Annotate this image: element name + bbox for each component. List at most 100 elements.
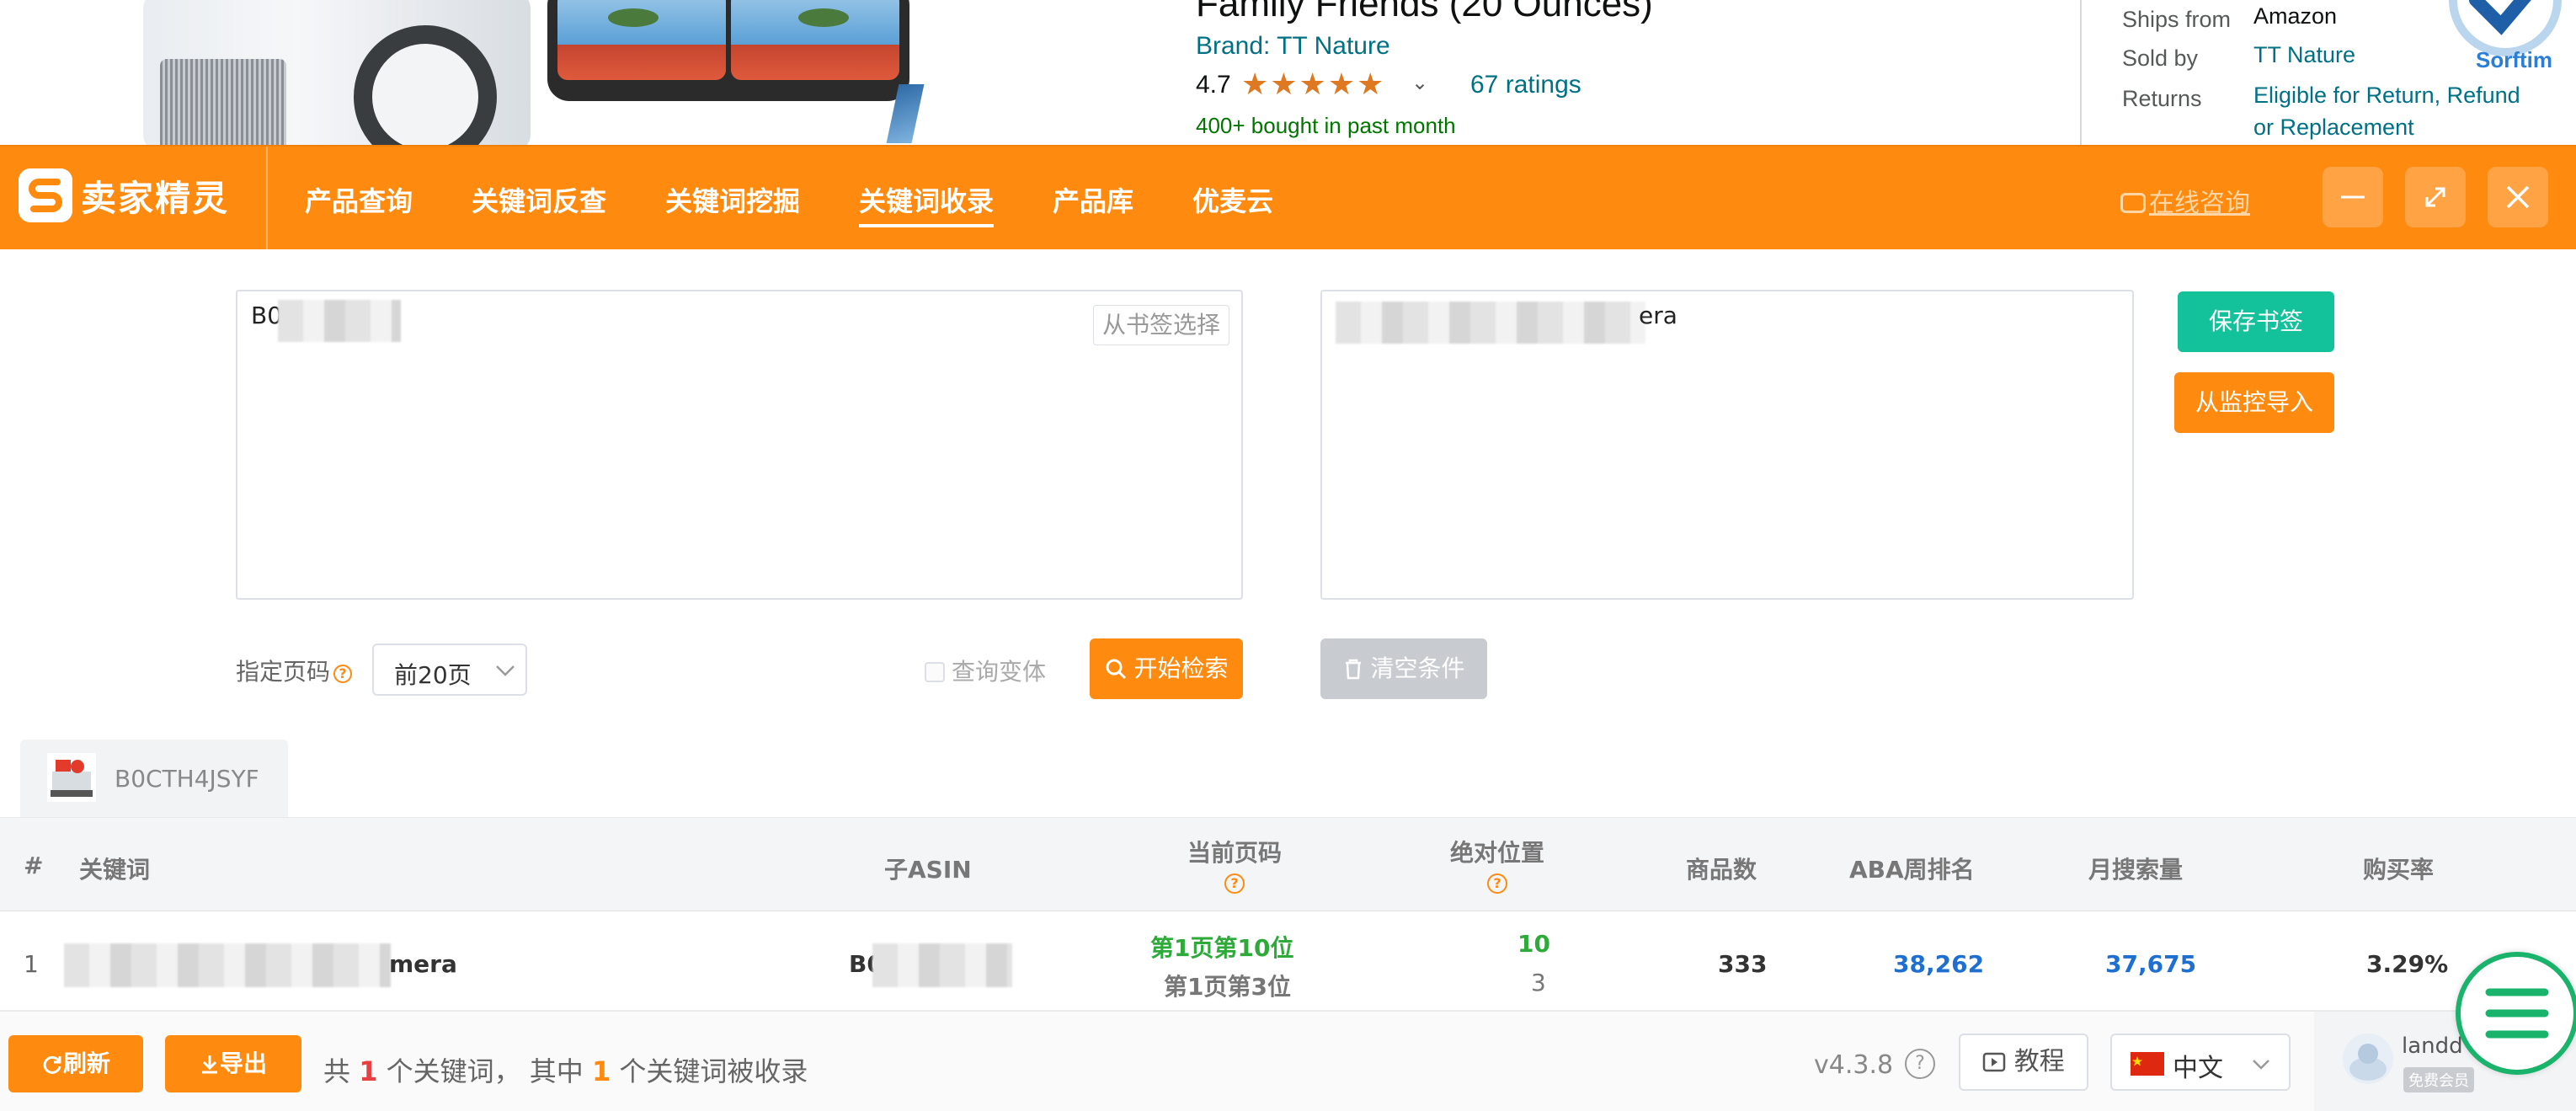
logo-icon bbox=[19, 168, 72, 222]
col-aba-rank[interactable]: ABA周排名 bbox=[1849, 852, 1975, 885]
chevron-down-icon bbox=[2253, 1060, 2269, 1070]
checkbox[interactable] bbox=[925, 662, 945, 682]
save-bookmark-button[interactable]: 保存书签 bbox=[2178, 291, 2334, 352]
sold-by-label: Sold by bbox=[2122, 45, 2199, 71]
footer-bar: 刷新 导出 共 1 个关键词， 其中 1 个关键词被收录 v4.3.8 ? 教程… bbox=[0, 1011, 2576, 1111]
header-divider bbox=[266, 147, 268, 251]
sold-by-link[interactable]: TT Nature bbox=[2253, 39, 2355, 71]
help-icon[interactable]: ? bbox=[333, 665, 353, 683]
bookmark-select[interactable]: 从书签选择 bbox=[1092, 305, 1229, 345]
col-index: # bbox=[24, 852, 44, 879]
total-keyword-count: 1 bbox=[359, 1055, 378, 1087]
table-row: 1 mera B0 第1页第10位 第1页第3位 10 3 333 38,262… bbox=[0, 911, 2576, 1011]
asin-tab[interactable]: B0CTH4JSYF bbox=[20, 740, 288, 817]
close-button[interactable] bbox=[2488, 167, 2548, 227]
col-keyword[interactable]: 关键词 bbox=[79, 852, 150, 885]
play-icon bbox=[1982, 1052, 2006, 1072]
maximize-button[interactable] bbox=[2405, 167, 2466, 227]
redacted-asin bbox=[872, 943, 1012, 987]
nav-youmaiyun[interactable]: 优麦云 bbox=[1192, 180, 1273, 219]
minimize-button[interactable] bbox=[2323, 167, 2383, 227]
page-range-select[interactable]: 前20页 bbox=[372, 644, 527, 696]
expand-icon bbox=[2425, 187, 2445, 207]
tutorial-label: 教程 bbox=[2013, 1047, 2065, 1076]
redacted-asin bbox=[278, 300, 401, 342]
table-header: # 关键词 子ASIN 当前页码 ? 绝对位置 ? 商品数 ABA周排名 月搜索… bbox=[0, 817, 2576, 911]
chat-icon bbox=[2120, 193, 2146, 213]
clear-conditions-label: 清空条件 bbox=[1370, 654, 1465, 682]
keyword-textarea[interactable]: era bbox=[1320, 290, 2134, 600]
start-search-button[interactable]: 开始检索 bbox=[1090, 638, 1243, 699]
asin-textarea[interactable]: B0 从书签选择 bbox=[236, 290, 1243, 600]
sorftime-label: Sorftim bbox=[2476, 47, 2552, 72]
tutorial-button[interactable]: 教程 bbox=[1959, 1034, 2088, 1091]
ratings-count-link[interactable]: 67 ratings bbox=[1470, 71, 1581, 99]
indexed-keyword-count: 1 bbox=[591, 1055, 611, 1087]
clear-conditions-button[interactable]: 清空条件 bbox=[1320, 638, 1487, 699]
product-title: Family Friends (20 Ounces) bbox=[1196, 0, 1653, 24]
result-summary: 共 1 个关键词， 其中 1 个关键词被收录 bbox=[323, 1055, 808, 1087]
redacted-keyword bbox=[64, 943, 391, 987]
row-current-page-2: 第1页第3位 bbox=[1164, 973, 1291, 1001]
search-icon bbox=[1106, 659, 1126, 680]
refresh-icon bbox=[43, 1055, 61, 1074]
col-current-page[interactable]: 当前页码 ? bbox=[1187, 835, 1282, 894]
language-value: 中文 bbox=[2173, 1054, 2223, 1083]
nav-product-search[interactable]: 产品查询 bbox=[305, 180, 413, 219]
page-range-value: 前20页 bbox=[394, 661, 472, 689]
refresh-button[interactable]: 刷新 bbox=[8, 1035, 143, 1092]
nav-keyword-indexing[interactable]: 关键词收录 bbox=[859, 180, 995, 227]
returns-link[interactable]: Eligible for Return, Refund or Replaceme… bbox=[2253, 79, 2531, 143]
page-range-label: 指定页码? bbox=[236, 654, 353, 687]
help-icon[interactable]: ? bbox=[1487, 873, 1507, 894]
plugin-header: 卖家精灵 产品查询 关键词反查 关键词挖掘 关键词收录 产品库 优麦云 在线咨询 bbox=[0, 145, 2576, 251]
username: landd bbox=[2402, 1034, 2463, 1059]
row-purchase-rate: 3.29% bbox=[2366, 950, 2449, 978]
export-button[interactable]: 导出 bbox=[165, 1035, 301, 1092]
language-select[interactable]: 中文 bbox=[2110, 1034, 2291, 1091]
online-consult-link[interactable]: 在线咨询 bbox=[2120, 182, 2250, 219]
amazon-product-strip: Family Friends (20 Ounces) Brand: TT Nat… bbox=[0, 0, 2576, 145]
start-search-label: 开始检索 bbox=[1133, 654, 1229, 682]
ships-from-label: Ships from bbox=[2122, 7, 2232, 32]
member-badge: 免费会员 bbox=[2403, 1067, 2474, 1092]
query-variant-label: 查询变体 bbox=[952, 658, 1047, 686]
close-icon bbox=[2506, 185, 2530, 209]
minimize-icon bbox=[2341, 195, 2365, 199]
help-icon[interactable]: ? bbox=[1224, 873, 1245, 894]
chevron-down-icon[interactable]: ⌄ bbox=[1411, 71, 1428, 94]
redacted-keyword bbox=[1336, 302, 1645, 344]
product-thumbnail bbox=[47, 753, 96, 802]
row-keyword[interactable]: mera bbox=[389, 950, 457, 978]
col-child-asin: 子ASIN bbox=[884, 856, 972, 884]
avatar[interactable] bbox=[2341, 1032, 2395, 1086]
product-image-feeder bbox=[143, 0, 531, 145]
col-product-count[interactable]: 商品数 bbox=[1686, 852, 1757, 885]
col-purchase-rate[interactable]: 购买率 bbox=[2363, 852, 2434, 885]
brand-link[interactable]: Brand: TT Nature bbox=[1196, 32, 1390, 61]
query-variant-checkbox[interactable]: 查询变体 bbox=[925, 654, 1046, 687]
col-absolute-position[interactable]: 绝对位置 ? bbox=[1450, 835, 1544, 894]
star-rating-icon[interactable]: ★★★★★ bbox=[1241, 67, 1385, 102]
row-monthly-search[interactable]: 37,675 bbox=[2105, 950, 2196, 978]
col-monthly-search[interactable]: 月搜索量 bbox=[2088, 852, 2183, 885]
nav-keyword-mining[interactable]: 关键词挖掘 bbox=[665, 180, 800, 219]
rating-value: 4.7 bbox=[1196, 71, 1231, 99]
import-monitor-button[interactable]: 从监控导入 bbox=[2174, 372, 2334, 433]
china-flag-icon bbox=[2131, 1052, 2164, 1076]
bought-in-past-month: 400+ bought in past month bbox=[1196, 113, 1456, 138]
row-current-page-1: 第1页第10位 bbox=[1150, 934, 1294, 962]
ships-from-value: Amazon bbox=[2253, 3, 2338, 29]
row-product-count: 333 bbox=[1718, 950, 1768, 978]
row-index: 1 bbox=[24, 950, 39, 978]
row-aba-rank[interactable]: 38,262 bbox=[1893, 950, 1984, 978]
logo-text: 卖家精灵 bbox=[81, 178, 230, 219]
download-icon bbox=[201, 1055, 217, 1074]
online-consult-label: 在线咨询 bbox=[2149, 189, 2250, 218]
help-icon[interactable]: ? bbox=[1905, 1049, 1935, 1079]
floating-menu-button[interactable] bbox=[2456, 952, 2576, 1075]
trash-icon bbox=[1345, 659, 1361, 680]
product-image-phone bbox=[547, 0, 909, 101]
nav-product-library[interactable]: 产品库 bbox=[1053, 180, 1133, 219]
nav-keyword-reverse[interactable]: 关键词反查 bbox=[472, 180, 606, 219]
